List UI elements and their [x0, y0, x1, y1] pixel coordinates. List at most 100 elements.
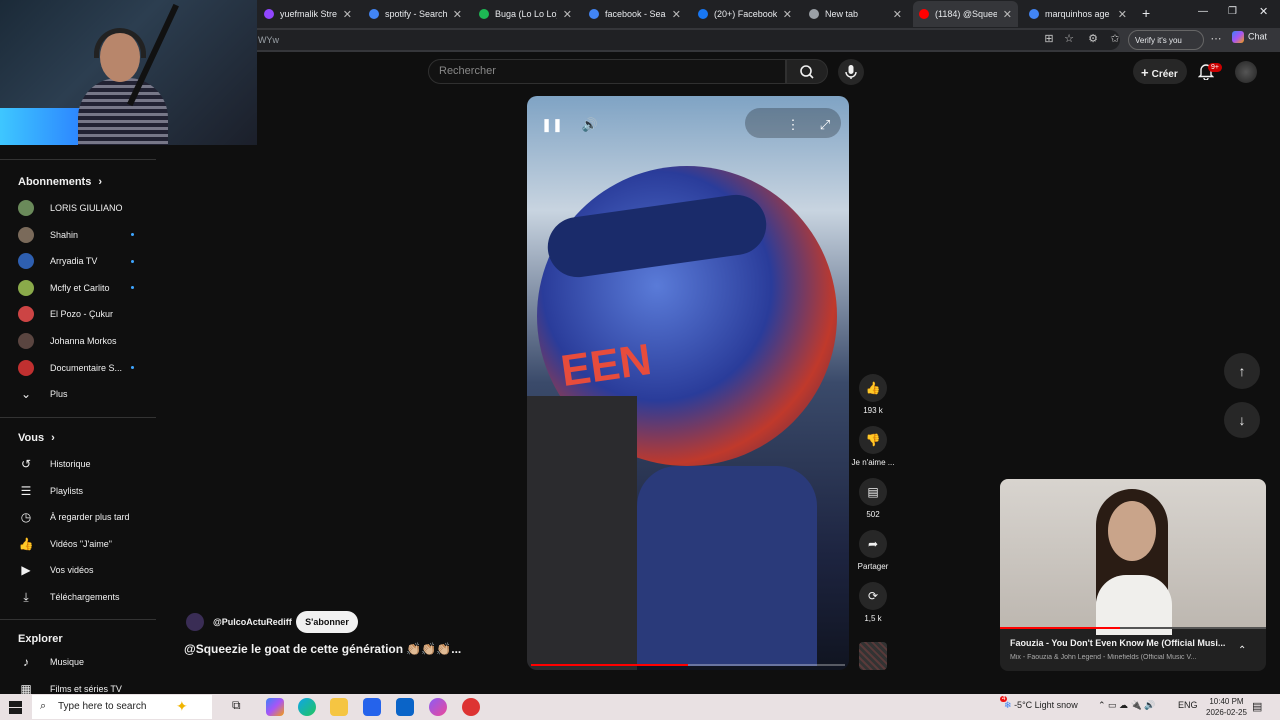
copilot-taskbar-icon[interactable]	[266, 698, 284, 716]
browser-tab[interactable]: New tab ✕	[803, 1, 908, 27]
pause-icon[interactable]: ❚❚	[541, 114, 563, 136]
subscriptions-header[interactable]: Abonnements ›	[18, 176, 102, 188]
new-tab-button[interactable]: +	[1142, 5, 1150, 21]
fullscreen-icon[interactable]: ⤢	[814, 114, 836, 136]
notification-badge: 9+	[1208, 63, 1222, 72]
close-tab-icon[interactable]: ✕	[672, 8, 681, 21]
comment-icon[interactable]: ▤	[859, 478, 887, 506]
browser-tab[interactable]: yuefmalik Stream - Vi ✕	[258, 1, 358, 27]
miniplayer[interactable]: Faouzia - You Don't Even Know Me (Offici…	[1000, 479, 1266, 671]
more-options-icon[interactable]: ⋮	[782, 114, 804, 136]
sidebar-item-subscription[interactable]: Arryadia TV	[18, 248, 148, 274]
search-button[interactable]	[786, 59, 828, 84]
channel-name[interactable]: @PulcoActuRediff	[213, 617, 292, 627]
close-tab-icon[interactable]: ✕	[343, 8, 352, 21]
remix-icon[interactable]: ⟳	[859, 582, 887, 610]
sidebar-item-play-square[interactable]: ▶ Vos vidéos	[18, 557, 148, 583]
next-short-button[interactable]: ↓	[1224, 402, 1260, 438]
sidebar: Abonnements › LORIS GIULIANO Shahin Arryad…	[0, 145, 158, 696]
sidebar-item-history[interactable]: ↺ Historique	[18, 451, 148, 477]
maximize-button[interactable]: ❐	[1228, 6, 1237, 17]
thumbs-up-icon[interactable]: 👍	[859, 374, 887, 402]
remix-action[interactable]: ⟳ 1,5 k	[858, 582, 888, 623]
close-tab-icon[interactable]: ✕	[893, 8, 902, 21]
sidebar-item-playlist[interactable]: ☰ Playlists	[18, 478, 148, 504]
short-title[interactable]: @Squeezie le goat de cette génération 👏🏼…	[184, 642, 461, 656]
close-window-button[interactable]: ✕	[1259, 5, 1268, 18]
more-menu-icon[interactable]: ⋯	[1209, 32, 1223, 46]
volume-icon[interactable]: 🔊	[579, 114, 601, 136]
sidebar-item-more[interactable]: ⌄ Plus	[18, 381, 148, 407]
miniplayer-progress-bar[interactable]	[1000, 627, 1266, 629]
install-app-icon[interactable]: ⊞	[1042, 32, 1056, 46]
browser-tab[interactable]: Buga (Lo Lo Lo) - so ✕	[473, 1, 578, 27]
notification-center-icon[interactable]: ▤	[1252, 700, 1262, 713]
file-explorer-icon[interactable]	[330, 698, 348, 716]
sidebar-item-download[interactable]: ⤓ Téléchargements	[18, 584, 148, 610]
sidebar-item-subscription[interactable]: Shahin	[18, 222, 148, 248]
sparkle-icon[interactable]: ✦	[176, 698, 188, 715]
windows-start-icon[interactable]	[9, 701, 22, 714]
sidebar-item-subscription[interactable]: Mcfly et Carlito	[18, 275, 148, 301]
voice-search-button[interactable]	[838, 59, 864, 85]
sidebar-item-thumbs-up[interactable]: 👍 Vidéos "J'aime"	[18, 531, 148, 557]
sidebar-item-music[interactable]: ♪ Musique	[18, 649, 148, 675]
sidebar-item-subscription[interactable]: Documentaire S...	[18, 355, 148, 381]
close-tab-icon[interactable]: ✕	[453, 8, 462, 21]
clock[interactable]: 10:40 PM 2026-02-25	[1206, 696, 1247, 718]
sidebar-item-label: Playlists	[50, 485, 84, 496]
miniplayer-video[interactable]	[1000, 479, 1266, 635]
dislike-action[interactable]: 👎 Je n'aime ...	[852, 426, 894, 467]
close-tab-icon[interactable]: ✕	[1003, 8, 1012, 21]
thumbs-down-icon[interactable]: 👎	[859, 426, 887, 454]
you-header[interactable]: Vous ›	[18, 432, 55, 444]
tab-favicon	[1029, 9, 1039, 19]
short-video-player[interactable]: EEN ❚❚ 🔊 ⋮ ⤢	[527, 96, 849, 670]
comments-action[interactable]: ▤ 502	[858, 478, 888, 519]
like-action[interactable]: 👍 193 k	[858, 374, 888, 415]
verify-profile-button[interactable]: Verify it's you	[1128, 30, 1204, 50]
favorites-icon[interactable]: ✩	[1108, 32, 1122, 46]
extensions-icon[interactable]: ⚙	[1086, 32, 1100, 46]
sound-thumbnail[interactable]	[859, 642, 887, 670]
search-input[interactable]: Rechercher	[428, 59, 786, 84]
share-action[interactable]: ➦ Partager	[858, 530, 888, 571]
sidebar-item-subscription[interactable]: Johanna Morkos	[18, 328, 148, 354]
tray-icons[interactable]: ⌃ ▭ ☁ 🔌 🔊	[1098, 700, 1155, 711]
url-field[interactable]: WYw	[240, 30, 1120, 50]
edge-taskbar-icon[interactable]	[298, 698, 316, 716]
you-title: Vous	[18, 432, 45, 444]
channel-avatar[interactable]	[186, 613, 204, 631]
share-icon[interactable]: ➦	[859, 530, 887, 558]
browser-tab[interactable]: marquinhos age - Se ✕	[1023, 1, 1133, 27]
browser-tab[interactable]: facebook - Search ✕	[583, 1, 687, 27]
create-button[interactable]: + Créer	[1133, 59, 1187, 84]
close-tab-icon[interactable]: ✕	[783, 8, 792, 21]
sidebar-item-subscription[interactable]: LORIS GIULIANO	[18, 195, 148, 221]
weather-widget[interactable]: ❄ -5°C Light snow	[1004, 700, 1078, 711]
sidebar-item-clock[interactable]: ◷ À regarder plus tard	[18, 504, 148, 530]
previous-short-button[interactable]: ↑	[1224, 353, 1260, 389]
app-icon[interactable]	[462, 698, 480, 716]
browser-tab[interactable]: (1184) @Squee ✕	[913, 1, 1018, 27]
thumbs-up-icon: 👍	[18, 536, 34, 551]
minimize-button[interactable]: —	[1198, 6, 1208, 17]
browser-tab[interactable]: (20+) Facebook ✕	[692, 1, 798, 27]
chevron-up-icon[interactable]: ⌃	[1238, 645, 1246, 656]
outlook-icon[interactable]	[396, 698, 414, 716]
account-avatar[interactable]	[1235, 61, 1257, 83]
close-tab-icon[interactable]: ✕	[563, 8, 572, 21]
plus-icon: +	[1141, 65, 1149, 80]
channel-avatar	[18, 226, 34, 243]
video-progress-bar[interactable]	[531, 664, 845, 666]
browser-tab[interactable]: spotify - Search ✕	[363, 1, 468, 27]
language-indicator[interactable]: ENG	[1178, 700, 1198, 710]
task-view-icon[interactable]: ⧉	[232, 698, 250, 716]
close-tab-icon[interactable]: ✕	[1118, 8, 1127, 21]
subscribe-button[interactable]: S'abonner	[296, 611, 358, 633]
bookmark-star-icon[interactable]: ☆	[1062, 32, 1076, 46]
store-icon[interactable]	[363, 698, 381, 716]
messenger-icon[interactable]	[429, 698, 447, 716]
copilot-chat-button[interactable]: Chat	[1232, 31, 1267, 43]
sidebar-item-subscription[interactable]: El Pozo - Çukur	[18, 301, 148, 327]
